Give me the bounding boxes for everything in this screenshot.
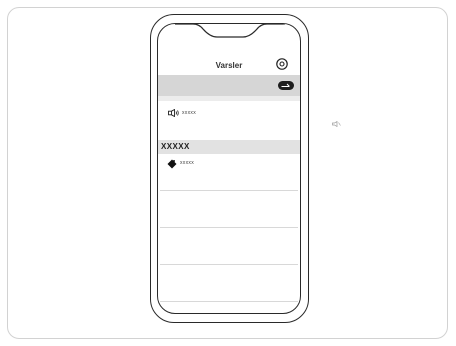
list-item-label: xxxxx <box>182 110 196 116</box>
list-divider <box>160 227 298 228</box>
speaker-icon <box>168 109 179 117</box>
arrow-right-icon <box>281 83 290 87</box>
phone-screen: Varsler xxxxx XXXXX xxxxx <box>157 23 301 314</box>
list-item-sound[interactable]: xxxxx <box>158 101 300 138</box>
notifications-toggle[interactable] <box>278 81 294 90</box>
list-divider <box>160 190 298 191</box>
phone-notch <box>175 24 285 38</box>
list-divider <box>160 301 298 302</box>
speaker-icon <box>332 121 341 127</box>
list-divider <box>160 264 298 265</box>
gear-icon[interactable] <box>276 58 288 70</box>
list-item-label: xxxxx <box>180 160 194 166</box>
list-item-tag[interactable]: xxxxx <box>158 154 300 190</box>
notifications-toggle-row <box>158 75 300 96</box>
section-heading: XXXXX <box>161 142 190 151</box>
tag-icon <box>167 159 177 169</box>
section-header: XXXXX <box>158 140 300 154</box>
